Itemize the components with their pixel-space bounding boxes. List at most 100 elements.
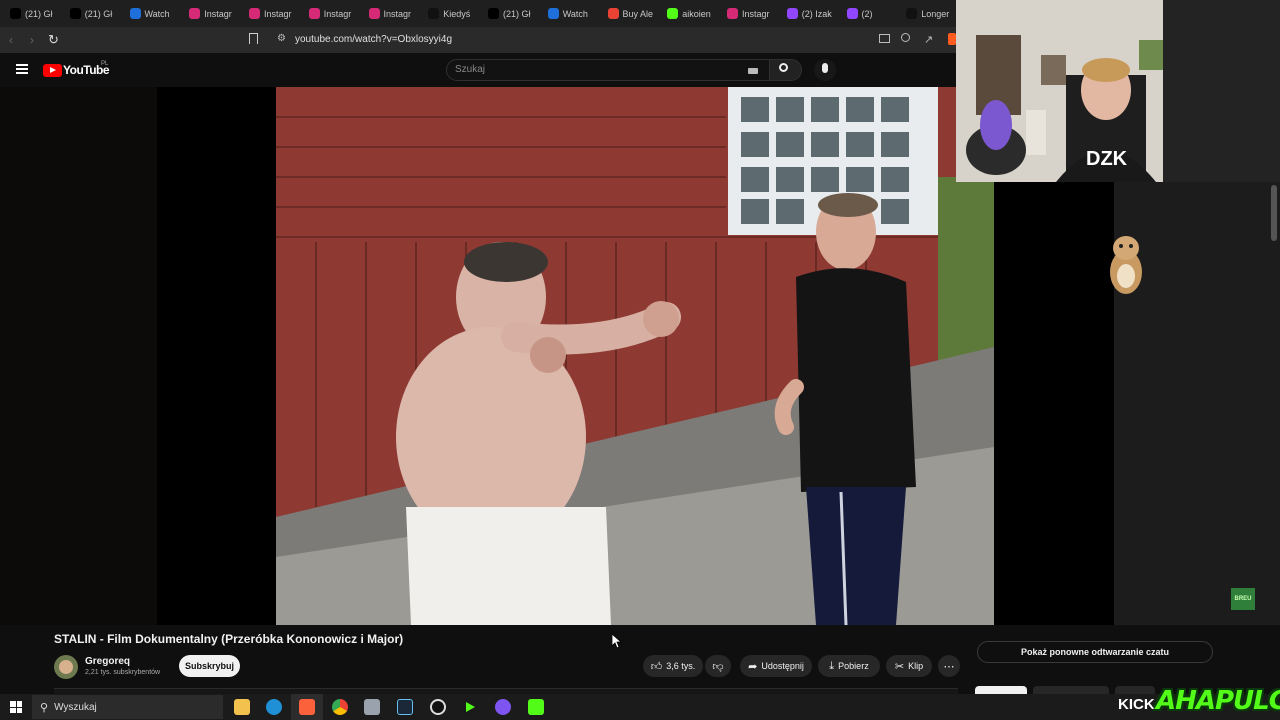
x-icon [10, 8, 21, 19]
download-button[interactable]: ⤓ Pobierz [818, 655, 880, 677]
taskbar-search-placeholder: Wyszukaj [54, 701, 97, 713]
subscriber-count: 2,21 tys. subskrybentów [85, 669, 161, 676]
video-scene-image [276, 87, 994, 625]
browser-tab-label: Instagr [742, 8, 770, 19]
player-left-margin [0, 87, 157, 625]
kick-app-icon[interactable] [528, 699, 544, 715]
mouse-cursor-icon [611, 633, 623, 654]
browser-tab-label: (2) [861, 8, 873, 19]
browser-tab-label: Instagr [383, 8, 412, 19]
clip-label: Klip [908, 661, 924, 671]
browser-tab-label: (21) Gł [84, 8, 113, 19]
browser-tab[interactable]: Buy Ale [598, 0, 658, 27]
browser-tab-label: Longer [921, 8, 950, 19]
steam-icon[interactable] [397, 699, 413, 715]
brave-shield-icon[interactable] [948, 33, 956, 45]
browser-tab[interactable]: Instagr [359, 0, 419, 27]
screen-icon[interactable] [879, 34, 890, 43]
file-explorer-icon[interactable] [234, 699, 250, 715]
browser-tab-label: Watch [562, 8, 588, 19]
browser-tab[interactable]: Longer [896, 0, 956, 27]
x-icon [69, 8, 81, 19]
menu-icon[interactable] [16, 64, 28, 74]
browser-tab[interactable]: Instagr [179, 0, 239, 27]
browser-tab[interactable]: Instagr [239, 0, 299, 27]
microphone-icon [822, 63, 828, 73]
watch-icon [129, 8, 141, 19]
webcam-overlay: DZK [956, 0, 1163, 182]
browser-tab[interactable]: Kiedyś [418, 0, 478, 27]
browser-tab-label: Kiedyś [443, 8, 471, 19]
search-icon [779, 63, 788, 72]
browser-tab[interactable]: (21) Gł [0, 0, 60, 27]
zoom-icon[interactable] [901, 33, 910, 42]
chip[interactable] [1115, 686, 1155, 694]
like-count: 3,6 tys. [666, 661, 696, 671]
browser-tab[interactable]: Watch [538, 0, 598, 27]
watch-icon [547, 8, 559, 19]
keyboard-icon[interactable] [748, 68, 758, 74]
share-icon: ➦ [748, 660, 758, 673]
edge-icon[interactable] [266, 699, 282, 715]
obs-icon[interactable] [430, 699, 446, 715]
bookmark-icon[interactable] [249, 33, 258, 44]
discord-icon[interactable] [495, 699, 511, 715]
scissors-icon: ✂ [894, 660, 905, 673]
video-frame[interactable] [276, 87, 994, 625]
browser-tab[interactable]: (2) Izak [777, 0, 837, 27]
channel-avatar[interactable] [54, 655, 78, 679]
browser-tab-label: Watch [144, 8, 170, 19]
overlay-badge: BREU [1231, 588, 1255, 610]
windows-start-icon[interactable] [10, 701, 22, 713]
browser-tab[interactable]: Watch [120, 0, 180, 27]
browser-tab[interactable]: (21) Gł [478, 0, 538, 27]
browser-tab[interactable]: (21) Gł [60, 0, 120, 27]
chip-selected[interactable] [975, 686, 1027, 694]
chrome-icon[interactable] [332, 699, 348, 715]
subscribe-button[interactable]: Subskrybuj [179, 655, 240, 677]
instagram-icon [727, 8, 738, 19]
browser-tab-label: (2) Izak [801, 8, 832, 19]
more-actions-button[interactable]: ⋯ [938, 655, 960, 677]
show-chat-replay-button[interactable]: Pokaż ponowne odtwarzanie czatu [977, 641, 1213, 663]
clip-button[interactable]: ✂ Klip [886, 655, 932, 677]
instagram-icon [249, 8, 260, 19]
browser-tab[interactable]: Instagr [299, 0, 359, 27]
scrollbar-thumb[interactable] [1271, 185, 1277, 241]
url-text[interactable]: youtube.com/watch?v=Obxlosyyi4g [295, 34, 452, 45]
play-store-icon[interactable] [462, 699, 478, 715]
download-label: Pobierz [838, 661, 869, 671]
search-input[interactable] [446, 59, 770, 81]
region-code: PL [101, 61, 109, 67]
forward-icon[interactable]: › [30, 33, 34, 47]
tiktok-icon [428, 8, 440, 19]
google-icon [607, 8, 619, 19]
site-settings-icon[interactable]: ⚙ [277, 33, 286, 44]
channel-name[interactable]: Gregoreq [85, 656, 130, 667]
browser-tab-label: Buy Ale [622, 8, 654, 19]
share-page-icon[interactable]: ↗ [924, 33, 933, 46]
thumbs-up-icon: 👍︎ [650, 660, 663, 673]
share-button[interactable]: ➦ Udostępnij [740, 655, 812, 677]
youtube-logo-icon[interactable] [43, 64, 62, 77]
tiktok-icon [906, 8, 918, 19]
chip[interactable] [1033, 686, 1109, 694]
browser-tab[interactable]: Instagr [717, 0, 777, 27]
like-button[interactable]: 👍︎ 3,6 tys. [643, 655, 703, 677]
twitch-icon [786, 8, 798, 19]
video-title: STALIN - Film Dokumentalny (Przeróbka Ko… [54, 632, 404, 646]
download-icon: ⤓ [829, 659, 835, 672]
more-icon: ⋯ [943, 660, 955, 673]
share-label: Udostępnij [761, 661, 804, 671]
browser-tab[interactable]: (2) [837, 0, 897, 27]
taskbar-search[interactable]: ⚲ Wyszukaj [32, 695, 223, 719]
app-icon[interactable] [364, 699, 380, 715]
back-icon[interactable]: ‹ [9, 33, 13, 47]
kick-logo-text: KICK [1118, 696, 1155, 713]
browser-tab-label: aikoien [682, 8, 711, 19]
browser-tab[interactable]: aikoien [657, 0, 717, 27]
dislike-button[interactable]: 👎︎ [705, 655, 731, 677]
thumbs-down-icon: 👎︎ [712, 660, 724, 673]
reload-icon[interactable]: ↻ [48, 32, 59, 48]
stream-overlay-background [1163, 0, 1280, 182]
